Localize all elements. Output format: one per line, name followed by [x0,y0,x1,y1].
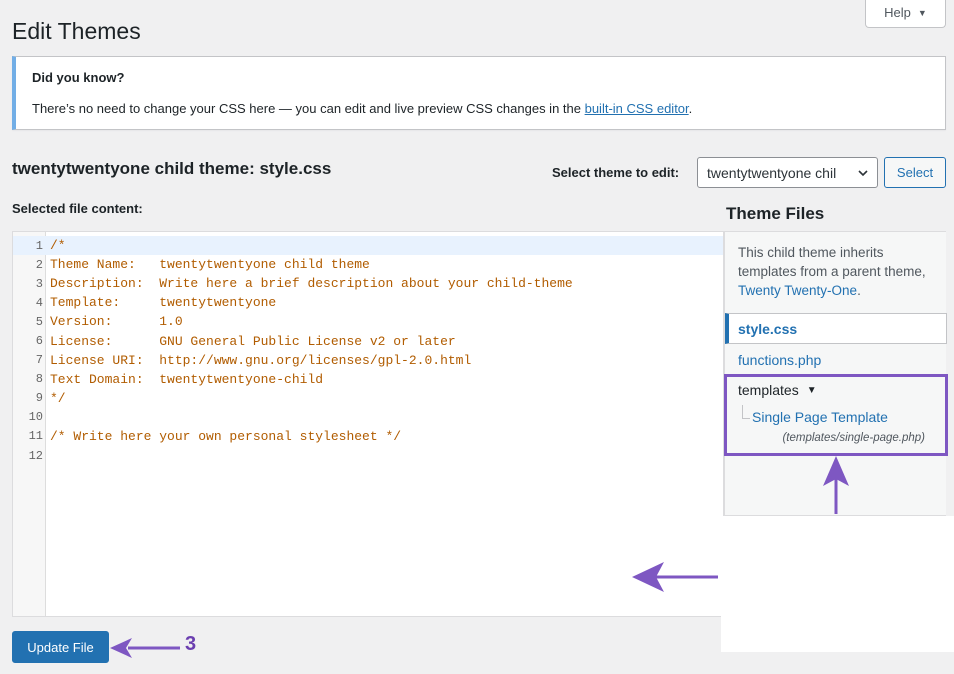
templates-highlight-box: templates ▼ Single Page Template (templa… [724,374,948,456]
code-line[interactable]: 8 Text Domain: twentytwentyone-child [13,370,723,389]
inherit-note: This child theme inherits templates from… [738,243,938,300]
file-title: twentytwentyone child theme: style.css [12,159,332,178]
code-line[interactable]: 6 License: GNU General Public License v2 … [13,331,723,350]
code-text: License: GNU General Public License v2 o… [50,333,456,349]
arrow-to-update-button [110,638,180,658]
line-number: 10 [28,410,43,425]
code-text: Theme Name: twentytwentyone child theme [50,257,370,273]
code-text: License URI: http://www.gnu.org/licenses… [50,352,472,368]
page-title: Edit Themes [12,18,141,44]
triangle-down-icon: ▼ [806,384,817,396]
code-text: /* [50,238,66,254]
inherit-note-text: This child theme inherits templates from… [738,245,926,279]
parent-theme-link[interactable]: Twenty Twenty-One [738,283,857,298]
code-text: Description: Write here a brief descript… [50,276,573,292]
code-text: */ [50,390,66,406]
line-number: 3 [35,276,43,291]
file-item-functions-php[interactable]: functions.php [725,344,946,375]
line-number: 5 [35,314,43,329]
templates-folder-toggle[interactable]: templates ▼ [738,382,817,398]
code-line[interactable]: 3 Description: Write here a brief descrip… [13,274,723,293]
code-lines: 1 /* 2 Theme Name: twentytwentyone child th… [13,236,723,465]
inherit-note-suffix: . [857,283,861,298]
code-line[interactable]: 12 [13,446,723,465]
theme-select-value: twentytwentyone chil [707,164,837,181]
code-line[interactable]: 7 License URI: http://www.gnu.org/license… [13,351,723,370]
code-text: Template: twentytwentyone [50,295,277,311]
css-editor-link[interactable]: built-in CSS editor [585,101,689,116]
notice-text: There’s no need to change your CSS here … [32,101,692,116]
line-number: 2 [35,257,43,272]
theme-files-sidebar: This child theme inherits templates from… [724,231,948,516]
line-number: 12 [28,448,43,463]
theme-select-dropdown[interactable]: twentytwentyone chil [697,157,878,188]
blank-panel [721,516,954,652]
line-number: 9 [35,391,43,406]
templates-label: templates [738,382,799,398]
code-line[interactable]: 9 */ [13,389,723,408]
select-theme-label: Select theme to edit: [552,165,680,180]
line-number: 6 [35,334,43,349]
code-line[interactable]: 5 Version: 1.0 [13,312,723,331]
theme-files-title: Theme Files [726,204,825,223]
line-number: 4 [35,295,43,310]
line-number: 1 [35,238,43,253]
step-number-badge: 3 [185,633,197,655]
notice-title: Did you know? [32,70,125,85]
notice-text-before: There’s no need to change your CSS here … [32,101,585,116]
single-page-template-link[interactable]: Single Page Template [752,409,888,425]
code-text: Version: 1.0 [50,314,183,330]
template-file-path: (templates/single-page.php) [782,432,925,444]
chevron-down-icon [858,170,868,177]
did-you-know-notice: Did you know? There’s no need to change … [12,56,946,130]
code-line[interactable]: 2 Theme Name: twentytwentyone child theme [13,255,723,274]
line-number: 11 [28,429,43,444]
triangle-down-icon: ▼ [917,7,927,18]
update-file-button[interactable]: Update File [12,631,109,663]
notice-text-after: . [688,101,693,116]
code-text: Text Domain: twentytwentyone-child [50,371,324,387]
line-number: 7 [35,353,43,368]
line-number: 8 [35,372,43,387]
code-line[interactable]: 1 /* [13,236,723,256]
code-line[interactable]: 4 Template: twentytwentyone [13,293,723,312]
file-item-style-css[interactable]: style.css [725,313,947,344]
help-label: Help [884,5,911,20]
code-editor[interactable]: 1 /* 2 Theme Name: twentytwentyone child th… [12,231,724,617]
tree-connector [742,405,750,419]
code-line[interactable]: 11 /* Write here your own personal styles… [13,427,723,446]
selected-file-content-label: Selected file content: [12,201,143,216]
code-text: /* Write here your own personal styleshe… [50,428,402,444]
code-line[interactable]: 10 [13,408,723,427]
help-tab-button[interactable]: Help ▼ [865,0,946,28]
select-theme-button[interactable]: Select [884,157,946,188]
